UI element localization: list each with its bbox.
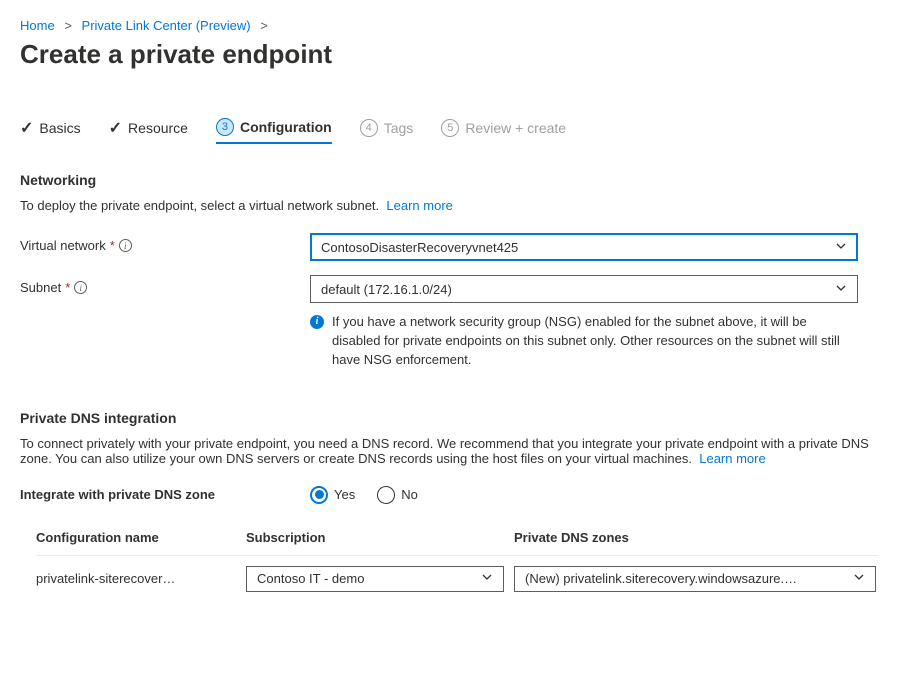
dns-integrate-row: Integrate with private DNS zone Yes No bbox=[20, 486, 878, 504]
dns-integrate-yes-radio[interactable]: Yes bbox=[310, 486, 355, 504]
dns-learn-more-link[interactable]: Learn more bbox=[699, 451, 765, 466]
tab-tags[interactable]: 4 Tags bbox=[360, 119, 414, 143]
breadcrumb-sep: > bbox=[64, 18, 72, 33]
virtual-network-select[interactable]: ContosoDisasterRecoveryvnet425 bbox=[310, 233, 858, 261]
tab-resource[interactable]: ✓ Resource bbox=[109, 118, 188, 144]
page-title: Create a private endpoint bbox=[20, 39, 878, 70]
select-value: default (172.16.1.0/24) bbox=[321, 282, 452, 297]
virtual-network-label: Virtual network * i bbox=[20, 233, 310, 253]
networking-desc: To deploy the private endpoint, select a… bbox=[20, 198, 878, 213]
networking-learn-more-link[interactable]: Learn more bbox=[386, 198, 452, 213]
select-value: (New) privatelink.siterecovery.windowsaz… bbox=[525, 571, 797, 586]
virtual-network-row: Virtual network * i ContosoDisasterRecov… bbox=[20, 233, 878, 261]
required-indicator: * bbox=[65, 280, 70, 295]
subnet-row: Subnet * i default (172.16.1.0/24) i If … bbox=[20, 275, 878, 370]
chevron-down-icon bbox=[835, 282, 847, 297]
subnet-select[interactable]: default (172.16.1.0/24) bbox=[310, 275, 858, 303]
subscription-select[interactable]: Contoso IT - demo bbox=[246, 566, 504, 592]
dns-config-table: Configuration name Subscription Private … bbox=[20, 530, 878, 598]
breadcrumb-sep: > bbox=[260, 18, 268, 33]
check-icon: ✓ bbox=[20, 118, 33, 138]
dns-integrate-no-radio[interactable]: No bbox=[377, 486, 418, 504]
col-dns-zones-header: Private DNS zones bbox=[514, 530, 878, 545]
chevron-down-icon bbox=[481, 571, 493, 586]
tab-label: Resource bbox=[128, 120, 188, 136]
tab-review-create[interactable]: 5 Review + create bbox=[441, 119, 566, 143]
radio-label: Yes bbox=[334, 487, 355, 502]
breadcrumb-private-link-center[interactable]: Private Link Center (Preview) bbox=[82, 18, 251, 33]
wizard-tabs: ✓ Basics ✓ Resource 3 Configuration 4 Ta… bbox=[20, 118, 878, 144]
tab-configuration[interactable]: 3 Configuration bbox=[216, 118, 332, 144]
info-icon: i bbox=[310, 315, 324, 329]
step-number-badge: 5 bbox=[441, 119, 459, 137]
check-icon: ✓ bbox=[109, 118, 122, 138]
tab-basics[interactable]: ✓ Basics bbox=[20, 118, 81, 144]
breadcrumb: Home > Private Link Center (Preview) > bbox=[20, 18, 878, 33]
chevron-down-icon bbox=[853, 571, 865, 586]
col-subscription-header: Subscription bbox=[246, 530, 514, 545]
select-value: ContosoDisasterRecoveryvnet425 bbox=[321, 240, 518, 255]
tab-label: Configuration bbox=[240, 119, 332, 135]
info-icon[interactable]: i bbox=[74, 281, 87, 294]
dns-heading: Private DNS integration bbox=[20, 410, 878, 426]
dns-integrate-label: Integrate with private DNS zone bbox=[20, 487, 310, 502]
subnet-label: Subnet * i bbox=[20, 275, 310, 295]
radio-label: No bbox=[401, 487, 418, 502]
breadcrumb-home[interactable]: Home bbox=[20, 18, 55, 33]
tab-label: Tags bbox=[384, 120, 414, 136]
col-config-header: Configuration name bbox=[36, 530, 246, 545]
dns-desc: To connect privately with your private e… bbox=[20, 436, 878, 466]
step-number-badge: 3 bbox=[216, 118, 234, 136]
info-icon[interactable]: i bbox=[119, 239, 132, 252]
step-number-badge: 4 bbox=[360, 119, 378, 137]
dns-config-row: privatelink-siterecover… Contoso IT - de… bbox=[36, 555, 878, 598]
nsg-info-text: If you have a network security group (NS… bbox=[332, 313, 858, 370]
tab-label: Review + create bbox=[465, 120, 566, 136]
tab-label: Basics bbox=[39, 120, 80, 136]
nsg-info-callout: i If you have a network security group (… bbox=[310, 313, 858, 370]
select-value: Contoso IT - demo bbox=[257, 571, 364, 586]
required-indicator: * bbox=[110, 238, 115, 253]
networking-heading: Networking bbox=[20, 172, 878, 188]
chevron-down-icon bbox=[835, 240, 847, 255]
config-name-cell: privatelink-siterecover… bbox=[36, 571, 246, 586]
dns-zone-select[interactable]: (New) privatelink.siterecovery.windowsaz… bbox=[514, 566, 876, 592]
